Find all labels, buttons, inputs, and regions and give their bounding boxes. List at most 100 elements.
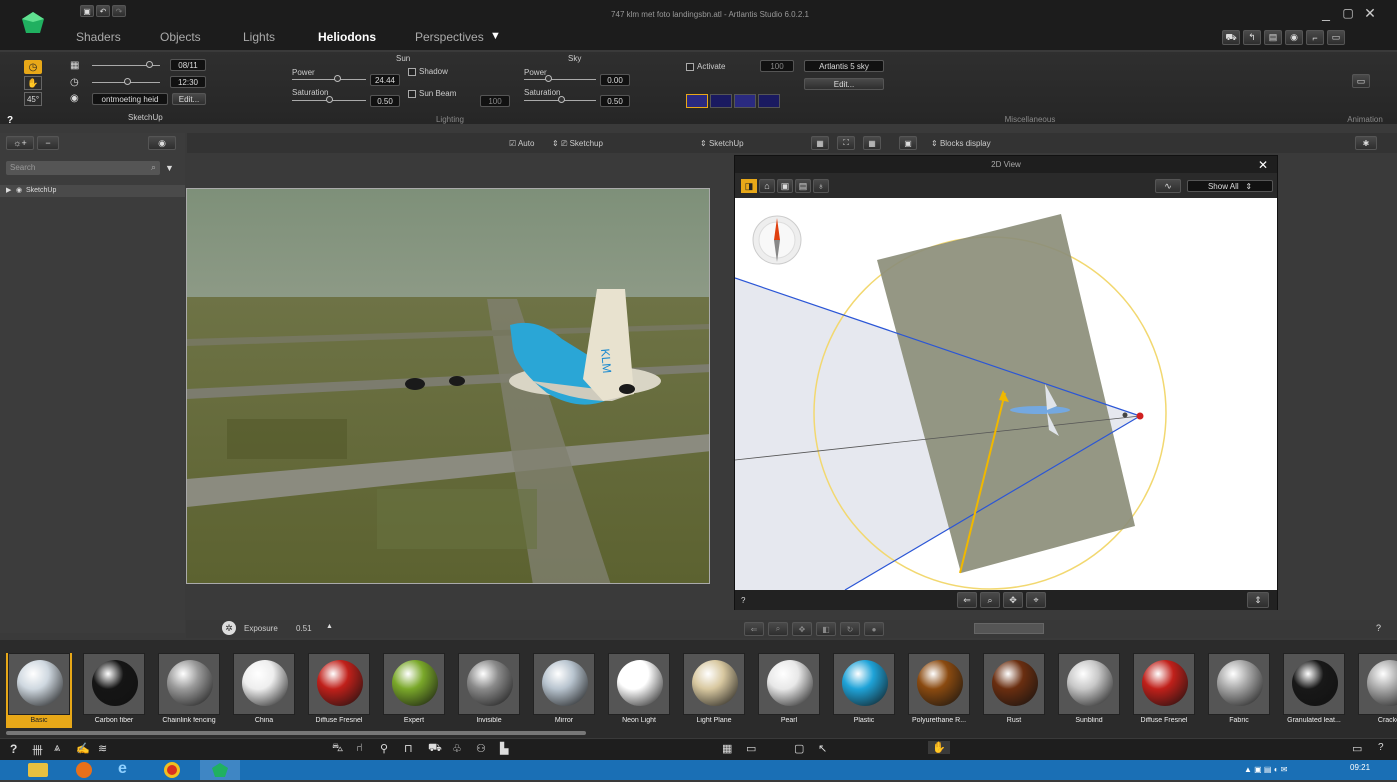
view-layout-1-icon[interactable]: ▦ (811, 136, 829, 150)
shader-thumbnail[interactable]: Invisible (456, 653, 522, 728)
search-icon[interactable]: ⌕ (151, 162, 156, 173)
sun-saturation-knob[interactable] (326, 96, 333, 103)
minimize-icon[interactable]: _ (1318, 5, 1334, 21)
shader-thumbnail[interactable]: Polyurethane R... (906, 653, 972, 728)
maximize-icon[interactable]: ▢ (1340, 6, 1356, 20)
artlantis-taskbar-icon[interactable] (200, 760, 240, 780)
sky-saturation-field[interactable]: 0.50 (600, 95, 630, 107)
2d-zoom-icon[interactable]: ⌕ (980, 592, 1000, 608)
sun-power-knob[interactable] (334, 75, 341, 82)
2d-curve-icon[interactable]: ∿ (1155, 179, 1181, 193)
shader-thumbnail[interactable]: Diffuse Fresnel (306, 653, 372, 728)
nav-zoom-icon[interactable]: ⌕ (768, 622, 788, 636)
status-wave-icon[interactable]: ≋ (98, 742, 107, 755)
manual-mode-icon[interactable]: ✋ (24, 76, 42, 90)
2d-right-view-icon[interactable]: ▣ (777, 179, 793, 193)
exposure-gear-icon[interactable]: ✲ (222, 621, 236, 635)
location-select[interactable]: ontmoeting heid (92, 93, 168, 105)
tray-icons[interactable]: ▲ ▣ ▤ ◐ ✉ (1244, 765, 1287, 774)
save-icon[interactable]: ▣ (80, 5, 94, 17)
2d-help-icon[interactable]: ? (741, 596, 745, 605)
angle-value[interactable]: 45° (24, 92, 42, 106)
view-layout-2-icon[interactable]: ⛶ (837, 136, 855, 150)
status-folder-icon[interactable]: ▢ (794, 742, 804, 755)
2d-view-close-icon[interactable]: ✕ (1249, 156, 1277, 173)
search-box[interactable]: Search ⌕ (6, 161, 160, 175)
category-vehicle-icon[interactable]: ⛟ (428, 742, 442, 756)
file-explorer-icon[interactable] (28, 763, 48, 777)
status-help-right-icon[interactable]: ? (1378, 742, 1384, 753)
animation-camera-icon[interactable]: ▭ (1352, 74, 1370, 88)
2d-sync-icon[interactable]: ⇕ (1247, 592, 1269, 608)
status-list-view-icon[interactable]: ▭ (746, 742, 756, 755)
sky-preset-2[interactable] (710, 94, 732, 108)
shader-thumbnail[interactable]: Sunblind (1056, 653, 1122, 728)
sunbeam-checkbox-box[interactable] (408, 89, 416, 98)
sky-power-slider[interactable] (524, 79, 596, 80)
shader-thumbnail[interactable]: Light Plane (681, 653, 747, 728)
shader-thumbnail[interactable]: Neon Light (606, 653, 672, 728)
add-light-button[interactable]: ☼+ (6, 136, 34, 150)
sky-edit-button[interactable]: Edit... (804, 78, 884, 90)
nav-walk-icon[interactable]: ◧ (816, 622, 836, 636)
app-logo-icon[interactable] (20, 10, 46, 36)
shader-thumbnail[interactable]: Fabric (1206, 653, 1272, 728)
sun-power-field[interactable]: 24.44 (370, 74, 400, 86)
blocks-display-select[interactable]: ⇕ Blocks display (931, 139, 991, 148)
export-icon[interactable]: ↰ (1243, 30, 1261, 45)
tray-clock[interactable]: 09:21 (1350, 763, 1370, 772)
tab-heliodons[interactable]: Heliodons (318, 30, 376, 44)
status-hand-icon[interactable]: ✋ (928, 741, 950, 754)
shadow-checkbox-box[interactable] (408, 67, 416, 76)
nav-info-icon[interactable]: ● (864, 622, 884, 636)
shader-thumbnail[interactable]: Pearl (756, 653, 822, 728)
exposure-up-icon[interactable]: ▲ (326, 623, 333, 630)
view-options-icon[interactable]: ✱ (1355, 136, 1377, 150)
2d-top-view-icon[interactable]: ◨ (741, 179, 757, 193)
category-lamp-icon[interactable]: ⚲ (380, 742, 388, 755)
2d-left-view-icon[interactable]: ▤ (795, 179, 811, 193)
status-scale-icon[interactable]: ⩓ (54, 742, 60, 755)
progress-slider[interactable] (974, 623, 1044, 634)
location-edit-button[interactable]: Edit... (172, 93, 206, 105)
shader-thumbnail[interactable]: Basic (6, 653, 72, 728)
2d-back-icon[interactable]: ⇐ (957, 592, 977, 608)
shader-thumbnail[interactable]: Cracke (1356, 653, 1397, 728)
shader-thumbnail[interactable]: Granulated leat... (1281, 653, 1347, 728)
camera-icon[interactable]: ◉ (1285, 30, 1303, 45)
search-options-icon[interactable]: ▼ (165, 163, 174, 173)
time-slider-knob[interactable] (124, 78, 131, 85)
nav-rotate-icon[interactable]: ↻ (840, 622, 860, 636)
sky-preset-4[interactable] (758, 94, 780, 108)
status-grid-icon[interactable]: 卌 (32, 742, 43, 758)
category-building-icon[interactable]: ▙ (500, 742, 508, 755)
sky-power-knob[interactable] (545, 75, 552, 82)
render-preview[interactable]: KLM (186, 188, 710, 584)
crop-icon[interactable]: ⌐ (1306, 30, 1324, 45)
status-window-icon[interactable]: ▭ (1352, 742, 1362, 755)
sky-power-field[interactable]: 0.00 (600, 74, 630, 86)
visibility-button[interactable]: ◉ (148, 136, 176, 150)
tree-item-sketchup[interactable]: SketchUp (26, 187, 56, 194)
tab-lights[interactable]: Lights (243, 30, 275, 44)
windows-icon[interactable]: ▤ (1264, 30, 1282, 45)
2d-canvas[interactable] (735, 198, 1277, 590)
view-layout-3-icon[interactable]: ▦ (863, 136, 881, 150)
tab-objects[interactable]: Objects (160, 30, 201, 44)
help-icon-right[interactable]: ? (1376, 623, 1381, 633)
undo-icon[interactable]: ↶ (96, 5, 110, 17)
2d-light-view-icon[interactable]: ♁ (813, 179, 829, 193)
status-grid-view-icon[interactable]: ▦ (722, 742, 732, 755)
sketchup-view-select[interactable]: ⇕ ⎚ Sketchup (552, 139, 603, 149)
status-draw-icon[interactable]: ✍ (76, 742, 90, 755)
shader-thumbnail[interactable]: Diffuse Fresnel (1131, 653, 1197, 728)
date-slider-knob[interactable] (146, 61, 153, 68)
chrome-icon[interactable] (164, 762, 180, 778)
sky-preset-3[interactable] (734, 94, 756, 108)
date-field[interactable]: 08/11 (170, 59, 206, 71)
view-layout-4-icon[interactable]: ▣ (899, 136, 917, 150)
activate-checkbox-box[interactable] (686, 62, 694, 71)
time-field[interactable]: 12:30 (170, 76, 206, 88)
tab-shaders[interactable]: Shaders (76, 30, 121, 44)
cart-icon[interactable]: ⛟ (1222, 30, 1240, 45)
